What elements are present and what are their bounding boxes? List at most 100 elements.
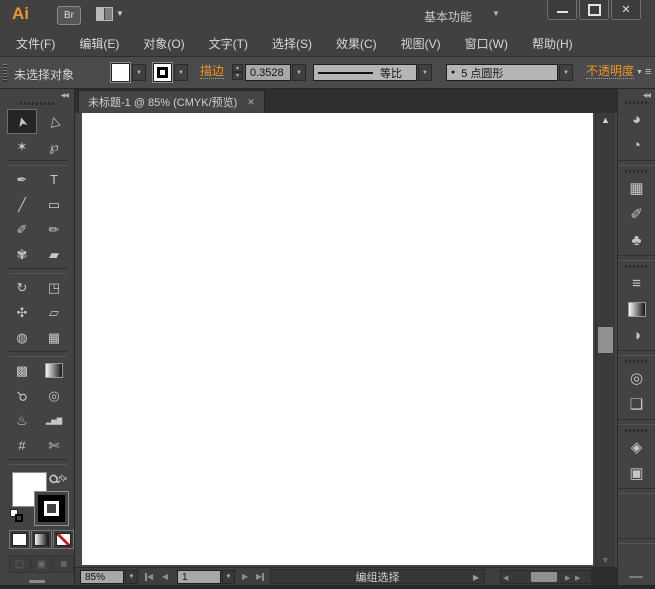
vertical-scrollbar-thumb[interactable] bbox=[598, 327, 613, 353]
brush-dropdown-icon[interactable]: ▼ bbox=[559, 64, 573, 81]
tools-drag-handle[interactable] bbox=[20, 102, 54, 105]
tool-artboard[interactable]: # bbox=[7, 433, 37, 458]
tool-mesh[interactable]: ▩ bbox=[7, 358, 37, 383]
draw-behind-button[interactable]: ▣ bbox=[31, 555, 52, 573]
dock-resize-grip[interactable] bbox=[629, 576, 643, 578]
default-fill-stroke-icon[interactable] bbox=[10, 509, 25, 524]
first-artboard-button[interactable]: ◀ bbox=[145, 572, 153, 581]
scroll-down-icon[interactable]: ▼ bbox=[596, 555, 615, 565]
opacity-panel-link[interactable]: 不透明度 bbox=[586, 65, 634, 79]
panel-symbols[interactable]: ♣ bbox=[618, 227, 655, 253]
tool-paintbrush[interactable]: ✐ bbox=[7, 217, 37, 242]
horizontal-scrollbar[interactable]: ◀ ▶ ▶ bbox=[500, 570, 592, 584]
stroke-weight-field[interactable]: 0.3528 bbox=[245, 64, 291, 81]
maximize-button[interactable] bbox=[579, 0, 609, 20]
workspace-caret-icon[interactable]: ▼ bbox=[492, 9, 500, 18]
gradient-button[interactable] bbox=[31, 530, 52, 549]
menu-type[interactable]: 文字(T) bbox=[197, 35, 260, 52]
tool-width[interactable]: ✣ bbox=[7, 300, 37, 325]
zoom-level-field[interactable]: 85% bbox=[80, 570, 124, 584]
tool-eyedropper[interactable]: ⚲ bbox=[7, 383, 37, 408]
tool-gradient[interactable] bbox=[39, 358, 69, 383]
previous-artboard-button[interactable]: ◀ bbox=[162, 572, 168, 581]
tool-rectangle[interactable]: ▭ bbox=[39, 192, 69, 217]
dock-drag-handle[interactable] bbox=[625, 170, 649, 173]
tool-slice[interactable]: ✄ bbox=[39, 433, 69, 458]
stroke-weight-stepper[interactable]: ▲ ▼ bbox=[232, 64, 243, 81]
panel-layers[interactable]: ◈ bbox=[618, 434, 655, 460]
scroll-right-icon[interactable]: ▶ bbox=[565, 574, 570, 582]
tool-free-transform[interactable]: ▱ bbox=[39, 300, 69, 325]
brush-definition-select[interactable]: ● 5 点圆形 bbox=[446, 64, 558, 81]
fill-dropdown-icon[interactable]: ▼ bbox=[132, 64, 146, 81]
menu-window[interactable]: 窗口(W) bbox=[453, 35, 520, 52]
tool-selection[interactable]: ➤ bbox=[7, 109, 37, 134]
tool-column-graph[interactable]: ▂▅▇ bbox=[39, 408, 69, 433]
tab-close-icon[interactable]: ✕ bbox=[247, 97, 255, 108]
width-profile-select[interactable]: 等比 bbox=[313, 64, 417, 81]
panel-artboards[interactable]: ▣ bbox=[618, 460, 655, 486]
panel-stroke[interactable]: ≡ bbox=[618, 270, 655, 296]
panel-brushes[interactable]: ✐ bbox=[618, 201, 655, 227]
tool-line-segment[interactable]: ╱ bbox=[7, 192, 37, 217]
stroke-dropdown-icon[interactable]: ▼ bbox=[174, 64, 188, 81]
menu-file[interactable]: 文件(F) bbox=[4, 35, 67, 52]
status-flyout-icon[interactable]: ▶ bbox=[473, 573, 479, 582]
tool-rotate[interactable]: ↻ bbox=[7, 275, 37, 300]
workspace-switcher[interactable]: 基本功能 bbox=[424, 8, 472, 25]
horizontal-scrollbar-thumb[interactable] bbox=[531, 572, 557, 582]
menu-view[interactable]: 视图(V) bbox=[389, 35, 453, 52]
menu-help[interactable]: 帮助(H) bbox=[520, 35, 585, 52]
scroll-up-icon[interactable]: ▲ bbox=[596, 115, 615, 125]
stroke-color-swatch[interactable] bbox=[154, 64, 171, 81]
minimize-button[interactable] bbox=[547, 0, 577, 20]
dock-drag-handle[interactable] bbox=[625, 265, 649, 268]
tool-shape-builder[interactable]: ◍ bbox=[7, 325, 37, 350]
close-button[interactable]: ✕ bbox=[611, 0, 641, 20]
fill-color-swatch[interactable] bbox=[112, 64, 129, 81]
panel-appearance[interactable]: ◎ bbox=[618, 365, 655, 391]
swap-fill-stroke-icon[interactable]: ⇄ bbox=[55, 472, 69, 486]
panel-graphic-styles[interactable]: ❏ bbox=[618, 391, 655, 417]
stepper-down-icon[interactable]: ▼ bbox=[232, 72, 243, 80]
tool-perspective-grid[interactable]: ▦ bbox=[39, 325, 69, 350]
menu-edit[interactable]: 编辑(E) bbox=[67, 35, 131, 52]
stroke-swatch-indicator[interactable] bbox=[35, 492, 68, 525]
menu-select[interactable]: 选择(S) bbox=[260, 35, 324, 52]
draw-normal-button[interactable]: ▢ bbox=[9, 555, 30, 573]
stroke-panel-link[interactable]: 描边 bbox=[200, 65, 224, 79]
width-profile-dropdown-icon[interactable]: ▼ bbox=[418, 64, 432, 81]
last-artboard-button[interactable]: ▶ bbox=[256, 572, 264, 581]
tool-direct-selection[interactable]: ▷ bbox=[39, 109, 69, 134]
panel-color-guide[interactable]: ◔ bbox=[618, 132, 655, 158]
control-panel-menu-button[interactable]: ▼ ≡ bbox=[636, 66, 651, 78]
tool-scale[interactable]: ◳ bbox=[39, 275, 69, 300]
color-button[interactable] bbox=[9, 530, 30, 549]
tools-collapse-icon[interactable]: ◀◀ bbox=[61, 92, 68, 99]
document-tab[interactable]: 未标题-1 @ 85% (CMYK/预览) ✕ bbox=[78, 90, 265, 113]
scroll-right-end-icon[interactable]: ▶ bbox=[575, 574, 580, 582]
tool-lasso[interactable]: ℘ bbox=[39, 134, 69, 159]
artboard-number-field[interactable]: 1 bbox=[177, 570, 221, 584]
tool-magic-wand[interactable]: ✶ bbox=[7, 134, 37, 159]
tool-symbol-sprayer[interactable]: ♨ bbox=[7, 408, 37, 433]
tool-blob-brush[interactable]: ✾ bbox=[7, 242, 37, 267]
dock-drag-handle[interactable] bbox=[625, 101, 649, 104]
stroke-weight-dropdown-icon[interactable]: ▼ bbox=[292, 64, 306, 81]
dock-collapse-icon[interactable]: ◀◀ bbox=[643, 92, 650, 99]
tool-pencil[interactable]: ✏ bbox=[39, 217, 69, 242]
panel-color[interactable]: ◕ bbox=[618, 106, 655, 132]
panel-gradient[interactable] bbox=[618, 296, 655, 322]
dock-drag-handle[interactable] bbox=[625, 429, 649, 432]
stepper-up-icon[interactable]: ▲ bbox=[232, 64, 243, 72]
none-button[interactable] bbox=[53, 530, 74, 549]
dock-drag-handle[interactable] bbox=[625, 360, 649, 363]
menu-effect[interactable]: 效果(C) bbox=[324, 35, 389, 52]
artboard-page[interactable] bbox=[82, 113, 593, 565]
vertical-scrollbar[interactable]: ▲ ▼ bbox=[595, 113, 615, 567]
artboard-dropdown-icon[interactable]: ▼ bbox=[222, 570, 235, 584]
tool-pen[interactable]: ✒ bbox=[7, 167, 37, 192]
next-artboard-button[interactable]: ▶ bbox=[242, 572, 248, 581]
control-bar-grip[interactable] bbox=[3, 64, 7, 82]
panel-swatches[interactable]: ▦ bbox=[618, 175, 655, 201]
